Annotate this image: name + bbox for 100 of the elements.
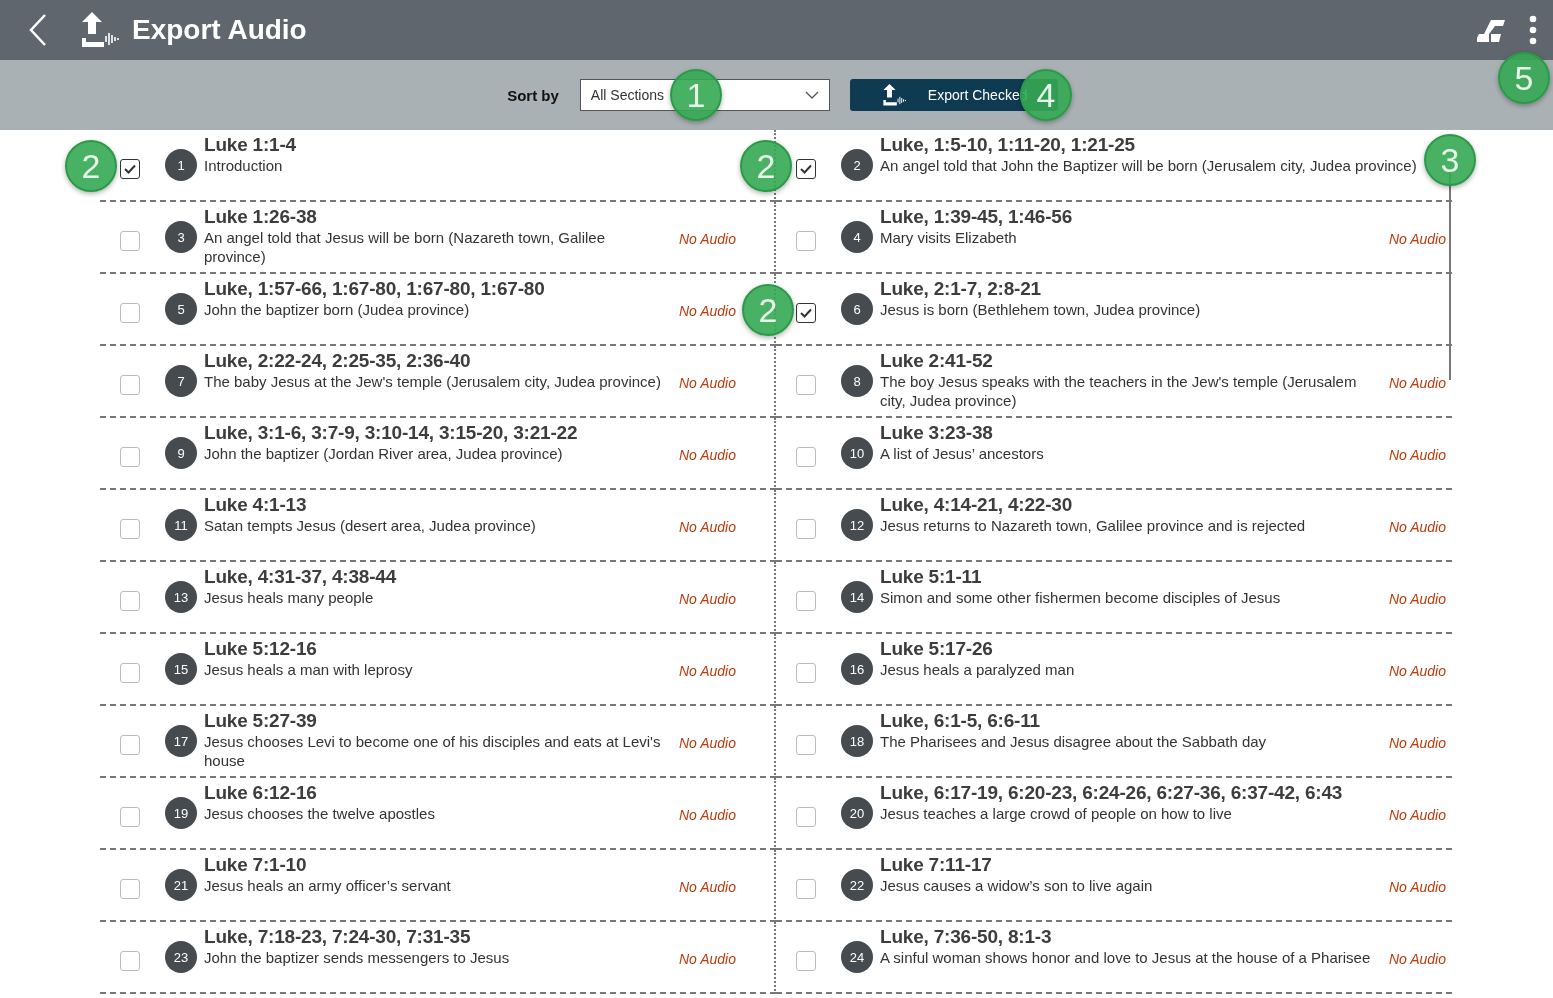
more-icon[interactable]	[1529, 15, 1537, 45]
section-number: 20	[841, 797, 873, 829]
checkbox[interactable]	[796, 231, 816, 251]
section-description: Jesus causes a widow’s son to live again	[880, 876, 1153, 895]
checkbox[interactable]	[120, 735, 140, 755]
section-number: 10	[841, 437, 873, 469]
section-number: 1	[165, 149, 197, 181]
checkbox[interactable]	[120, 591, 140, 611]
no-audio-status: No Audio	[678, 447, 736, 465]
checkbox[interactable]	[796, 879, 816, 899]
section-description: Introduction	[204, 156, 283, 175]
section-number: 7	[165, 365, 197, 397]
section-reference: Luke, 6:17-19, 6:20-23, 6:24-26, 6:27-36, 6:37-42, 6:43	[880, 781, 1343, 804]
section-reference: Luke 2:41-52	[880, 349, 993, 372]
section-description: An angel told that John the Baptizer will be born (Jerusalem city, Judea province)	[880, 156, 1417, 175]
no-audio-status: No Audio	[1388, 951, 1446, 969]
callout-marker: 2	[65, 140, 117, 192]
section-reference: Luke, 3:1-6, 3:7-9, 3:10-14, 3:15-20, 3:21-22	[204, 421, 578, 444]
checkbox[interactable]	[796, 951, 816, 971]
no-audio-status: No Audio	[678, 951, 736, 969]
back-icon[interactable]	[28, 14, 48, 46]
section-number: 23	[165, 941, 197, 973]
callout-marker: 2	[740, 140, 792, 192]
section-number: 8	[841, 365, 873, 397]
sort-label: Sort by	[507, 86, 559, 104]
checkbox[interactable]	[796, 447, 816, 467]
section-description: Mary visits Elizabeth	[880, 228, 1017, 247]
section-reference: Luke, 4:31-37, 4:38-44	[204, 565, 397, 588]
checkbox[interactable]	[120, 951, 140, 971]
section-number: 11	[165, 509, 197, 541]
no-audio-status: No Audio	[1388, 447, 1446, 465]
section-description: John the baptizer sends messengers to Jesus	[204, 948, 510, 967]
section-description: The boy Jesus speaks with the teachers in the Jew's temple (Jerusalem city, Judea province)	[880, 372, 1358, 410]
section-reference: Luke 5:1-11	[880, 565, 982, 588]
section-reference: Luke 6:12-16	[204, 781, 317, 804]
section-number: 13	[165, 581, 197, 613]
section-reference: Luke 3:23-38	[880, 421, 993, 444]
section-number: 9	[165, 437, 197, 469]
checkbox[interactable]	[120, 231, 140, 251]
no-audio-status: No Audio	[1388, 663, 1446, 681]
section-description: Jesus is born (Bethlehem town, Judea province)	[880, 300, 1201, 319]
checkbox[interactable]	[120, 663, 140, 683]
section-reference: Luke 7:1-10	[204, 853, 307, 876]
section-reference: Luke 1:26-38	[204, 205, 317, 228]
no-audio-status: No Audio	[1388, 591, 1446, 609]
section-description: Jesus heals many people	[204, 588, 374, 607]
section-description: Simon and some other fishermen become disciples of Jesus	[880, 588, 1281, 607]
section-description: A list of Jesus’ ancestors	[880, 444, 1044, 463]
no-audio-status: No Audio	[678, 303, 736, 321]
checkmark-icon	[800, 308, 812, 318]
no-audio-status: No Audio	[678, 519, 736, 537]
no-audio-status: No Audio	[678, 879, 736, 897]
checkbox[interactable]	[796, 735, 816, 755]
checkbox[interactable]	[120, 807, 140, 827]
section-number: 16	[841, 653, 873, 685]
section-reference: Luke 7:11-17	[880, 853, 992, 876]
section-number: 3	[165, 221, 197, 253]
section-reference: Luke, 1:5-10, 1:11-20, 1:21-25	[880, 133, 1135, 156]
section-reference: Luke 1:1-4	[204, 133, 296, 156]
section-description: An angel told that Jesus will be born (Nazareth town, Galilee province)	[204, 228, 607, 266]
checkbox[interactable]	[120, 159, 140, 179]
section-description: Satan tempts Jesus (desert area, Judea province)	[204, 516, 536, 535]
section-description: Jesus heals a paralyzed man	[880, 660, 1075, 679]
checkbox[interactable]	[120, 303, 140, 323]
checkbox[interactable]	[120, 447, 140, 467]
window-title: Export Audio	[132, 14, 307, 46]
no-audio-status: No Audio	[678, 735, 736, 753]
checkbox[interactable]	[120, 519, 140, 539]
section-description: John the baptizer (Jordan River area, Judea province)	[204, 444, 563, 463]
checkbox[interactable]	[796, 375, 816, 395]
no-audio-status: No Audio	[678, 591, 736, 609]
checkbox[interactable]	[796, 591, 816, 611]
checkbox[interactable]	[796, 807, 816, 827]
section-reference: Luke 5:12-16	[204, 637, 317, 660]
no-audio-status: No Audio	[1388, 519, 1446, 537]
section-description: Jesus chooses the twelve apostles	[204, 804, 435, 823]
upload-audio-icon	[881, 84, 908, 106]
checkbox[interactable]	[796, 663, 816, 683]
checkbox[interactable]	[796, 159, 816, 179]
checkmark-icon	[124, 164, 136, 174]
section-description: John the baptizer born (Judea province)	[204, 300, 470, 319]
no-audio-status: No Audio	[678, 375, 736, 393]
section-reference: Luke, 1:57-66, 1:67-80, 1:67-80, 1:67-80	[204, 277, 545, 300]
section-number: 15	[165, 653, 197, 685]
section-number: 6	[841, 293, 873, 325]
section-description: Jesus chooses Levi to become one of his disciples and eats at Levi's house	[204, 732, 662, 770]
section-number: 12	[841, 509, 873, 541]
section-description: Jesus heals an army officer’s servant	[204, 876, 451, 895]
section-number: 18	[841, 725, 873, 757]
no-audio-status: No Audio	[1388, 375, 1446, 393]
no-audio-status: No Audio	[1388, 735, 1446, 753]
section-description: Jesus returns to Nazareth town, Galilee province and is rejected	[880, 516, 1306, 535]
section-description: Jesus heals a man with leprosy	[204, 660, 413, 679]
checkbox[interactable]	[120, 375, 140, 395]
section-reference: Luke, 4:14-21, 4:22-30	[880, 493, 1073, 516]
section-number: 24	[841, 941, 873, 973]
checkbox[interactable]	[120, 879, 140, 899]
checkbox[interactable]	[796, 519, 816, 539]
no-audio-status: No Audio	[678, 807, 736, 825]
checkbox[interactable]	[796, 303, 816, 323]
